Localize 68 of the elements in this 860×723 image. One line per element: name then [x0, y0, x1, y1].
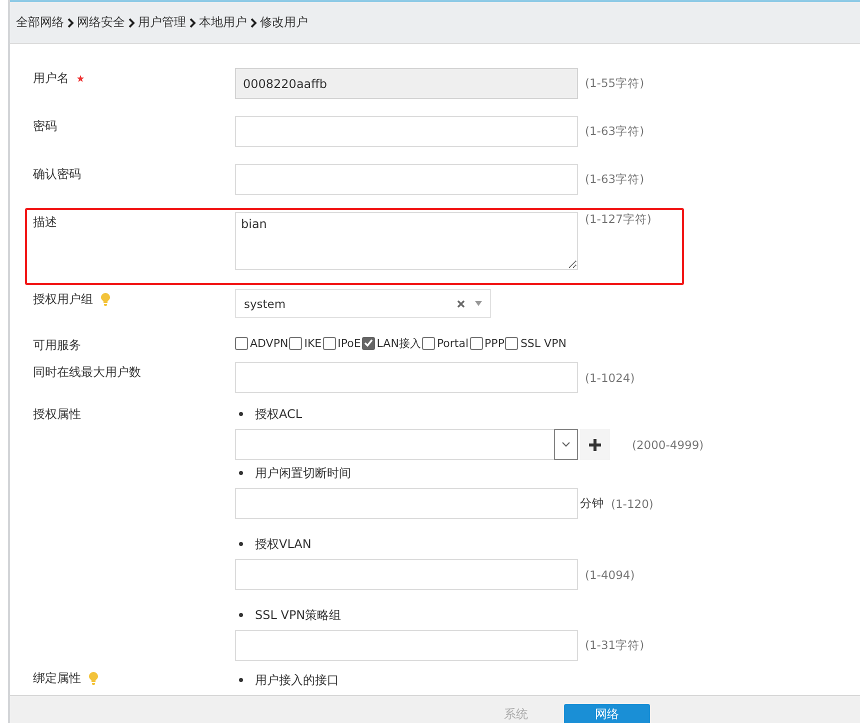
field-label: 授权VLAN	[255, 536, 312, 552]
checkbox[interactable]	[422, 336, 435, 350]
breadcrumb-link[interactable]: 用户管理	[138, 14, 186, 31]
check-icon	[364, 339, 373, 347]
field-label: 授权用户组	[33, 291, 93, 308]
bullet-icon	[239, 542, 243, 546]
input-field[interactable]	[235, 630, 578, 661]
field-label: 可用服务	[33, 337, 81, 354]
hint-text: (1-31字符)	[585, 638, 644, 653]
checkbox[interactable]	[470, 336, 483, 350]
input-field[interactable]	[235, 116, 578, 147]
hint-text: (1-63字符)	[585, 124, 644, 139]
hint-text: (1-4094)	[585, 568, 635, 582]
field-label: 同时在线最大用户数	[33, 364, 141, 381]
bullet-icon	[239, 678, 243, 682]
checkbox[interactable]	[362, 336, 375, 350]
field-label: 绑定属性	[33, 670, 81, 687]
hint-text: (1-127字符)	[585, 212, 652, 227]
bullet-icon	[239, 613, 243, 617]
checkbox[interactable]	[235, 336, 248, 350]
checkbox[interactable]	[505, 336, 518, 350]
field-label: 用户名	[33, 70, 69, 87]
hint-text: (1-63字符)	[585, 172, 644, 187]
clear-icon	[457, 300, 465, 308]
input-field[interactable]	[235, 559, 578, 590]
footer-button[interactable]: 网络	[564, 704, 650, 723]
chevron-icon	[189, 18, 196, 28]
checkbox-label[interactable]: Portal	[436, 336, 469, 350]
checkbox-label[interactable]: LAN接入	[376, 336, 421, 350]
hint-text: (2000-4999)	[632, 438, 704, 452]
checkbox-label[interactable]: ADVPN	[250, 336, 288, 350]
bullet-icon	[239, 471, 243, 475]
breadcrumb-link[interactable]: 全部网络	[16, 14, 64, 31]
checkbox[interactable]	[322, 336, 336, 350]
combo-field[interactable]	[235, 429, 578, 460]
select-field[interactable]: system	[235, 289, 491, 318]
field-label: SSL VPN策略组	[255, 606, 342, 624]
field-label: 用户接入的接口	[255, 672, 339, 688]
unit-label: 分钟	[580, 496, 604, 511]
input-field[interactable]	[235, 488, 578, 519]
breadcrumb-link[interactable]: 本地用户	[199, 14, 247, 31]
field-label: 确认密码	[33, 166, 81, 183]
chevron-down-icon	[554, 429, 578, 460]
checkbox-label[interactable]: PPP	[484, 336, 504, 350]
checkbox-label[interactable]: IPoE	[338, 336, 361, 350]
breadcrumb-link[interactable]: 修改用户	[260, 14, 308, 31]
add-button[interactable]	[580, 429, 610, 460]
chevron-icon	[250, 18, 257, 28]
field-label: 密码	[33, 118, 57, 135]
input-field[interactable]	[235, 362, 578, 393]
dropdown-icon	[475, 301, 482, 306]
chevron-icon	[128, 18, 135, 28]
bullet-icon	[239, 412, 243, 416]
checkbox-label[interactable]: IKE	[304, 336, 322, 350]
hint-text: (1-1024)	[585, 370, 635, 384]
field-label: 授权属性	[33, 406, 81, 423]
checkbox-label[interactable]: SSL VPN	[520, 336, 566, 350]
input-field[interactable]	[235, 164, 578, 195]
checkbox[interactable]	[289, 336, 302, 350]
plus-icon	[589, 438, 601, 450]
text-area[interactable]: bian	[235, 212, 578, 270]
hint-text: (1-120)	[611, 496, 654, 510]
field-label: 描述	[33, 214, 57, 231]
field-label: 用户闲置切断时间	[255, 464, 351, 482]
chevron-icon	[67, 18, 74, 28]
field-label: 授权ACL	[255, 406, 302, 422]
hint-text: (1-55字符)	[585, 76, 644, 91]
breadcrumb-link[interactable]: 网络安全	[77, 14, 125, 31]
